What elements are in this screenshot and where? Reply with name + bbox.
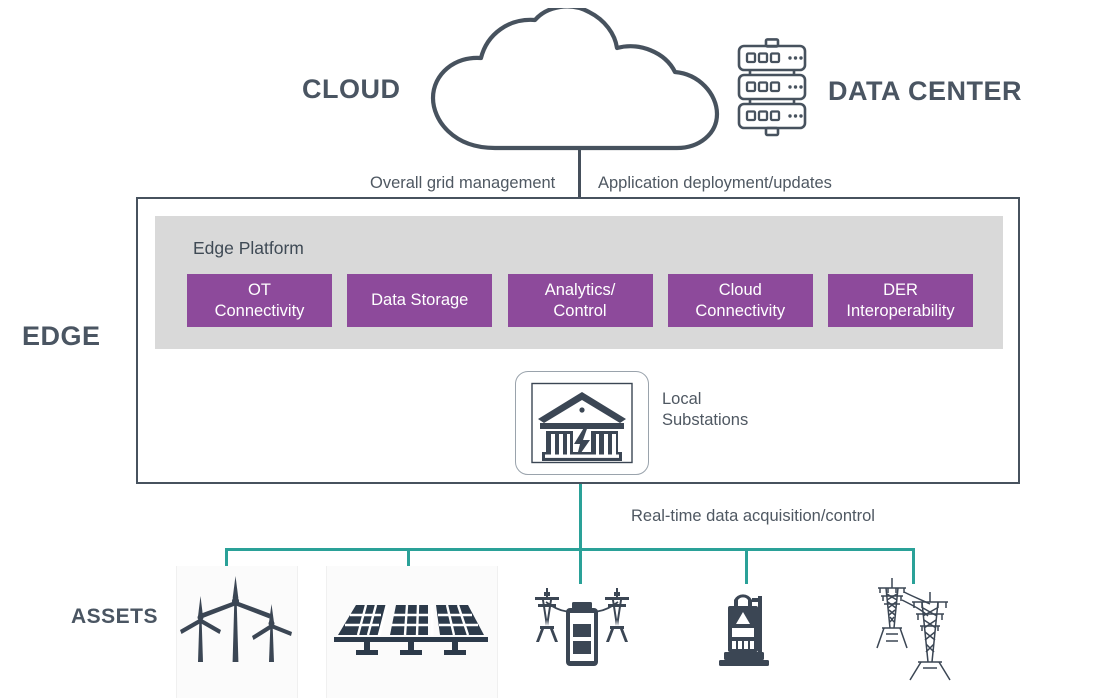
- battery-storage-icon: [535, 588, 629, 666]
- wind-turbines-icon: [180, 576, 292, 662]
- cloud-edge-label-left: Overall grid management: [370, 174, 556, 192]
- capability-box-analytics-control[interactable]: Analytics/ Control: [507, 274, 653, 327]
- data-center-tier-label: DATA CENTER: [828, 76, 1022, 106]
- edge-assets-label: Real-time data acquisition/control: [631, 507, 875, 525]
- cloud-tier-label: CLOUD: [302, 74, 401, 104]
- asset-drop-line-4: [745, 548, 748, 584]
- cloud-edge-label-right: Application deployment/updates: [598, 174, 832, 192]
- edge-platform-panel: Edge Platform OT Connectivity Data Stora…: [155, 216, 1003, 349]
- capability-row: OT Connectivity Data Storage Analytics/ …: [187, 274, 973, 327]
- edge-assets-bus-line: [225, 548, 915, 551]
- edge-container: Edge Platform OT Connectivity Data Stora…: [136, 197, 1020, 484]
- asset-transmission-towers[interactable]: [868, 570, 964, 682]
- asset-wind-turbines[interactable]: [178, 570, 294, 684]
- cloud-edge-connector-line: [578, 150, 581, 198]
- substation-icon: [531, 382, 633, 464]
- diagram-canvas: CLOUD DATA CENTER Overall grid managemen…: [0, 0, 1116, 698]
- assets-tier-label: ASSETS: [71, 605, 159, 628]
- data-center-icon: [736, 38, 808, 143]
- capability-box-der-interoperability[interactable]: DER Interoperability: [828, 274, 973, 327]
- edge-tier-label: EDGE: [22, 321, 101, 351]
- solar-panels-icon: [334, 604, 488, 655]
- capability-box-ot-connectivity[interactable]: OT Connectivity: [187, 274, 332, 327]
- asset-ev-charger[interactable]: [714, 586, 780, 670]
- cloud-icon: [425, 4, 725, 153]
- capability-box-cloud-connectivity[interactable]: Cloud Connectivity: [667, 274, 813, 327]
- asset-solar-panels[interactable]: [332, 595, 490, 659]
- local-substation-tile[interactable]: [515, 371, 649, 475]
- ev-charger-icon: [719, 594, 769, 666]
- capability-box-data-storage[interactable]: Data Storage: [347, 274, 493, 327]
- local-substation-label: Local Substations: [662, 389, 748, 431]
- transmission-towers-icon: [876, 578, 951, 681]
- edge-assets-trunk-line: [579, 484, 582, 550]
- asset-battery-storage[interactable]: [528, 578, 636, 670]
- edge-platform-title: Edge Platform: [193, 238, 304, 258]
- local-substation-label-line1: Local Substations: [662, 390, 749, 430]
